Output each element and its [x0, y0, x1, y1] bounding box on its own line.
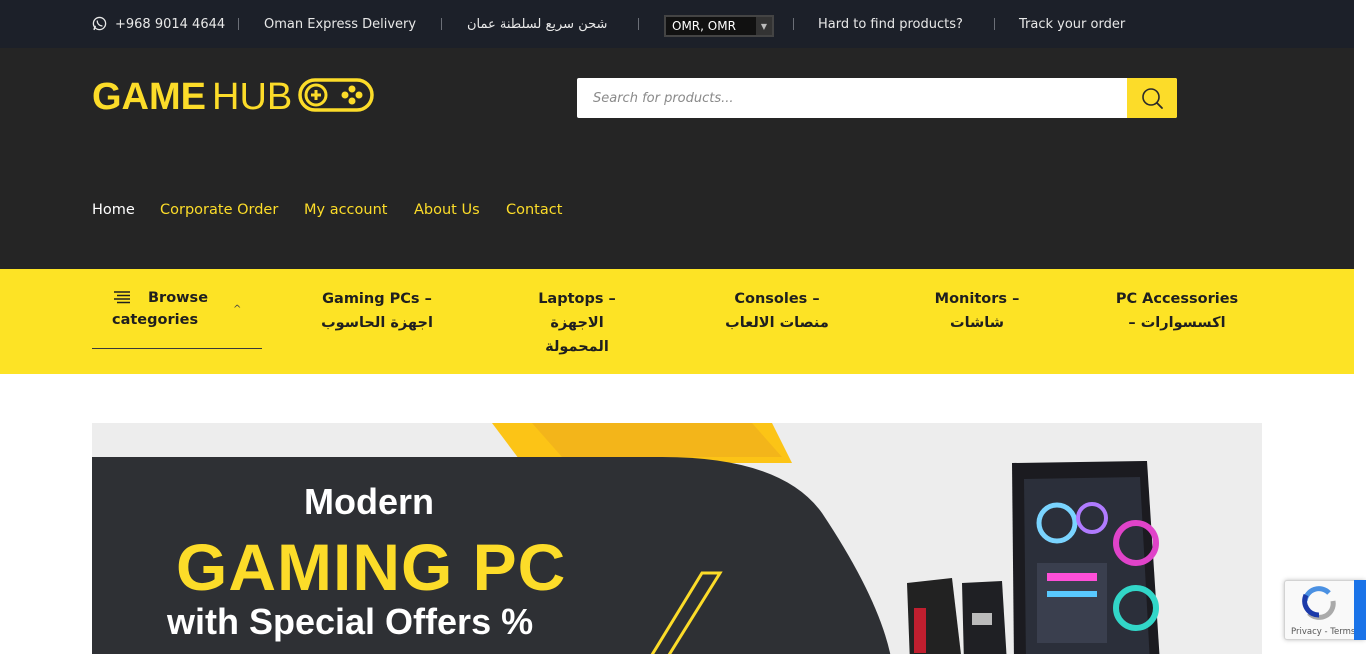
category-label: PC Accessories [1115, 291, 1239, 307]
divider [994, 18, 995, 30]
dropdown-arrow-icon: ▼ [756, 17, 772, 35]
track-order-link[interactable]: Track your order [1019, 0, 1125, 48]
divider [638, 18, 639, 30]
nav-corporate-order[interactable]: Corporate Order [160, 202, 278, 218]
page: +968 9014 4644 Oman Express Delivery شحن… [0, 0, 1366, 654]
hard-to-find-link[interactable]: Hard to find products? [818, 0, 963, 48]
browse-categories-label: Browse categories [112, 290, 209, 328]
category-label-arabic: – اكسسوارات [1128, 315, 1226, 331]
gamepad-logo-icon [298, 78, 374, 112]
nav-contact[interactable]: Contact [506, 202, 562, 218]
category-label-arabic: منصات الالعاب [725, 315, 829, 331]
divider [793, 18, 794, 30]
category-label-arabic: اجهزة الحاسوب [321, 315, 433, 331]
category-bar: Browse categories ^ Gaming PCs – اجهزة ا… [0, 269, 1354, 374]
search-input[interactable] [577, 78, 1127, 118]
phone-link[interactable]: +968 9014 4644 [115, 0, 225, 48]
whatsapp-icon [92, 16, 107, 31]
nav-my-account[interactable]: My account [304, 202, 387, 218]
recaptcha-links: Privacy - Terms [1291, 627, 1356, 637]
gamehub-logo: GAME HUB [92, 76, 374, 118]
category-laptops[interactable]: Laptops – الاجهزة المحمولة [492, 287, 662, 359]
currency-select[interactable]: OMR, OMR ▼ [664, 15, 774, 37]
chevron-up-icon: ^ [233, 304, 242, 315]
top-bar: +968 9014 4644 Oman Express Delivery شحن… [0, 0, 1354, 48]
nav-home[interactable]: Home [92, 202, 135, 218]
category-gaming-pcs[interactable]: Gaming PCs – اجهزة الحاسوب [292, 287, 462, 335]
category-label: Monitors – [934, 291, 1020, 307]
recaptcha-edge [1354, 580, 1366, 640]
product-search [577, 78, 1177, 118]
category-label: Gaming PCs – [322, 291, 432, 307]
category-pc-accessories[interactable]: PC Accessories – اكسسوارات [1092, 287, 1262, 335]
banner-title-line1: Modern [304, 481, 434, 522]
category-label: Consoles – [734, 291, 820, 307]
browse-categories-toggle[interactable]: Browse categories ^ [92, 269, 262, 349]
banner-title-line2: GAMING PC [176, 530, 567, 604]
banner-title-line3: with Special Offers % [167, 601, 534, 642]
hero-banner[interactable]: Modern GAMING PC with Special Offers % [92, 423, 1262, 654]
category-label-arabic: شاشات [950, 315, 1004, 331]
category-consoles[interactable]: Consoles – منصات الالعاب [692, 287, 862, 335]
currency-value: OMR, OMR [672, 19, 736, 33]
delivery-text-arabic: شحن سريع لسلطنة عمان [467, 17, 608, 32]
search-icon [1142, 88, 1163, 109]
delivery-text: Oman Express Delivery [264, 17, 417, 32]
category-monitors[interactable]: Monitors – شاشات [892, 287, 1062, 335]
site-logo[interactable]: GAME HUB [92, 76, 374, 118]
divider [238, 18, 239, 30]
nav-about-us[interactable]: About Us [414, 202, 480, 218]
category-label-arabic: المحمولة [545, 339, 609, 355]
logo-text-bold: GAME [92, 76, 206, 116]
divider [441, 18, 442, 30]
site-header: GAME HUB Search for products... Home Cor… [0, 48, 1354, 269]
category-label: Laptops – [538, 291, 616, 307]
search-button[interactable] [1127, 78, 1177, 118]
category-label-arabic: الاجهزة [550, 315, 604, 331]
logo-text-light: HUB [212, 76, 292, 116]
